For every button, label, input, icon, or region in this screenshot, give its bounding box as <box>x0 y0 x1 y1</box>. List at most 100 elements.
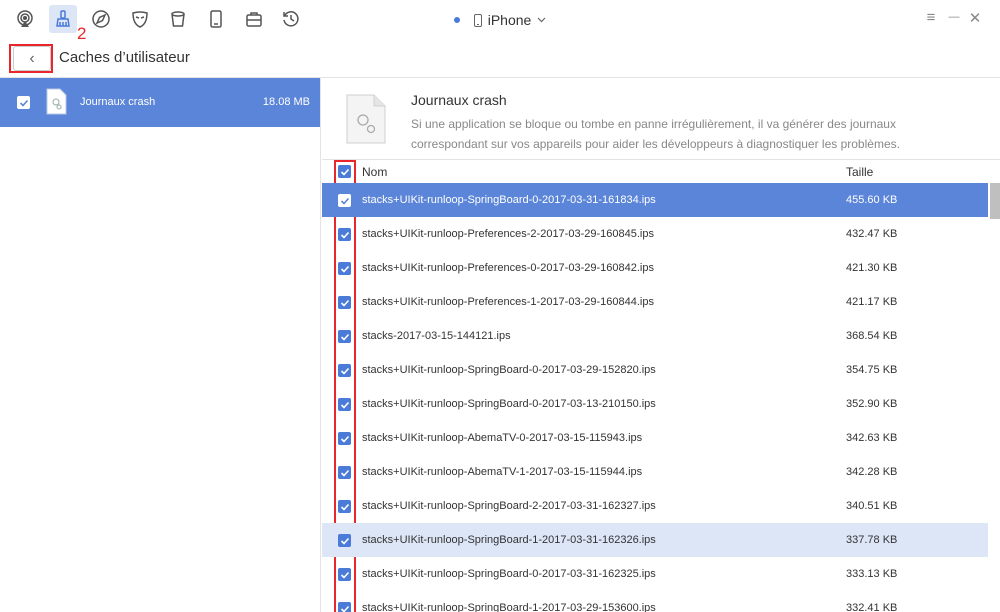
row-checkbox[interactable] <box>338 296 351 309</box>
app-window: iPhone ≡ — ✕ ‹ Caches d’utilisateur 2 1 <box>0 0 1000 612</box>
chevron-down-icon <box>537 17 546 23</box>
checkmark-icon <box>340 367 349 375</box>
main-panel: Journaux crash Si une application se blo… <box>322 78 1000 612</box>
table-row[interactable]: stacks+UIKit-runloop-SpringBoard-0-2017-… <box>322 387 988 421</box>
history-icon[interactable] <box>277 5 305 33</box>
file-size: 352.90 KB <box>846 398 898 410</box>
row-checkbox[interactable] <box>338 262 351 275</box>
checkmark-icon <box>340 265 349 273</box>
file-name: stacks-2017-03-15-144121.ips <box>362 330 511 342</box>
category-file-icon <box>346 94 386 144</box>
table-row[interactable]: stacks+UIKit-runloop-AbemaTV-1-2017-03-1… <box>322 455 988 489</box>
file-name: stacks+UIKit-runloop-AbemaTV-1-2017-03-1… <box>362 466 643 478</box>
column-header-size[interactable]: Taille <box>846 165 873 179</box>
minimize-icon[interactable]: — <box>945 11 963 23</box>
file-name: stacks+UIKit-runloop-SpringBoard-0-2017-… <box>362 194 656 206</box>
annotation-box-back <box>9 44 53 73</box>
mask-icon[interactable] <box>126 5 154 33</box>
sidebar-item-label: Journaux crash <box>80 96 156 108</box>
checkmark-icon <box>340 401 349 409</box>
table-row[interactable]: stacks+UIKit-runloop-Preferences-1-2017-… <box>322 285 988 319</box>
table-row[interactable]: stacks+UIKit-runloop-SpringBoard-0-2017-… <box>322 353 988 387</box>
menu-icon[interactable]: ≡ <box>922 9 940 26</box>
file-size: 332.41 KB <box>846 602 898 612</box>
file-size: 342.63 KB <box>846 432 898 444</box>
airplay-icon[interactable] <box>11 5 39 33</box>
file-size: 342.28 KB <box>846 466 898 478</box>
table-row[interactable]: stacks+UIKit-runloop-SpringBoard-0-2017-… <box>322 557 988 591</box>
checkmark-icon <box>340 197 349 205</box>
row-checkbox[interactable] <box>338 568 351 581</box>
table-row[interactable]: stacks+UIKit-runloop-Preferences-0-2017-… <box>322 251 988 285</box>
file-size: 333.13 KB <box>846 568 898 580</box>
file-name: stacks+UIKit-runloop-AbemaTV-0-2017-03-1… <box>362 432 643 444</box>
file-name: stacks+UIKit-runloop-SpringBoard-0-2017-… <box>362 568 656 580</box>
row-checkbox[interactable] <box>338 398 351 411</box>
sidebar-item-journaux-crash[interactable]: Journaux crash 18.08 MB <box>0 78 320 127</box>
file-list: stacks+UIKit-runloop-SpringBoard-0-2017-… <box>322 183 988 612</box>
top-toolbar: iPhone ≡ — ✕ <box>0 0 1000 38</box>
broom-icon[interactable] <box>49 5 77 33</box>
row-checkbox[interactable] <box>338 602 351 612</box>
connection-status-dot <box>453 17 460 23</box>
file-size: 421.30 KB <box>846 262 898 274</box>
trash-bin-icon[interactable] <box>164 5 192 33</box>
annotation-number-2: 2 <box>77 24 87 43</box>
page-title: Caches d’utilisateur <box>59 49 190 66</box>
scrollbar-thumb[interactable] <box>990 183 1000 219</box>
sidebar-item-size: 18.08 MB <box>262 96 310 108</box>
checkmark-icon <box>340 571 349 579</box>
column-header-name[interactable]: Nom <box>362 165 387 179</box>
file-size: 421.17 KB <box>846 296 898 308</box>
table-row[interactable]: stacks+UIKit-runloop-Preferences-2-2017-… <box>322 217 988 251</box>
row-checkbox[interactable] <box>338 364 351 377</box>
checkmark-icon <box>340 469 349 477</box>
table-row[interactable]: stacks+UIKit-runloop-SpringBoard-1-2017-… <box>322 523 988 557</box>
category-description: Si une application se bloque ou tombe en… <box>411 117 900 151</box>
table-row[interactable]: stacks+UIKit-runloop-SpringBoard-0-2017-… <box>322 183 988 217</box>
compass-icon[interactable] <box>87 5 115 33</box>
row-checkbox[interactable] <box>338 194 351 207</box>
table-row[interactable]: stacks+UIKit-runloop-AbemaTV-0-2017-03-1… <box>322 421 988 455</box>
scrollbar[interactable] <box>990 183 1000 612</box>
row-checkbox[interactable] <box>338 500 351 513</box>
file-name: stacks+UIKit-runloop-Preferences-0-2017-… <box>362 262 654 274</box>
title-bar: ‹ Caches d’utilisateur <box>0 38 1000 78</box>
checkmark-icon <box>340 605 349 612</box>
phone-icon <box>473 13 482 27</box>
file-size: 354.75 KB <box>846 364 898 376</box>
close-icon[interactable]: ✕ <box>966 9 984 27</box>
select-all-checkbox[interactable] <box>338 165 351 178</box>
file-name: stacks+UIKit-runloop-SpringBoard-1-2017-… <box>362 602 656 612</box>
sidebar: Journaux crash 18.08 MB <box>0 78 321 612</box>
tablet-icon[interactable] <box>202 5 230 33</box>
briefcase-icon[interactable] <box>240 5 268 33</box>
file-size: 455.60 KB <box>846 194 898 206</box>
checkmark-icon <box>340 435 349 443</box>
file-name: stacks+UIKit-runloop-SpringBoard-0-2017-… <box>362 398 656 410</box>
row-checkbox[interactable] <box>338 466 351 479</box>
checkmark-icon <box>340 333 349 341</box>
row-checkbox[interactable] <box>338 432 351 445</box>
device-selector[interactable]: iPhone <box>453 12 547 28</box>
file-name: stacks+UIKit-runloop-Preferences-1-2017-… <box>362 296 654 308</box>
crash-log-file-icon <box>46 88 67 115</box>
table-row[interactable]: stacks+UIKit-runloop-SpringBoard-2-2017-… <box>322 489 988 523</box>
file-size: 340.51 KB <box>846 500 898 512</box>
checkmark-icon <box>340 299 349 307</box>
file-name: stacks+UIKit-runloop-SpringBoard-0-2017-… <box>362 364 656 376</box>
category-title: Journaux crash <box>411 92 507 108</box>
row-checkbox[interactable] <box>338 228 351 241</box>
file-name: stacks+UIKit-runloop-SpringBoard-2-2017-… <box>362 500 656 512</box>
file-size: 368.54 KB <box>846 330 898 342</box>
row-checkbox[interactable] <box>338 330 351 343</box>
table-row[interactable]: stacks+UIKit-runloop-SpringBoard-1-2017-… <box>322 591 988 612</box>
checkmark-icon <box>340 503 349 511</box>
file-size: 337.78 KB <box>846 534 898 546</box>
sidebar-item-checkbox[interactable] <box>17 96 30 109</box>
row-checkbox[interactable] <box>338 534 351 547</box>
checkmark-icon <box>19 99 28 107</box>
checkmark-icon <box>340 168 349 176</box>
table-row[interactable]: stacks-2017-03-15-144121.ips 368.54 KB <box>322 319 988 353</box>
checkmark-icon <box>340 537 349 545</box>
